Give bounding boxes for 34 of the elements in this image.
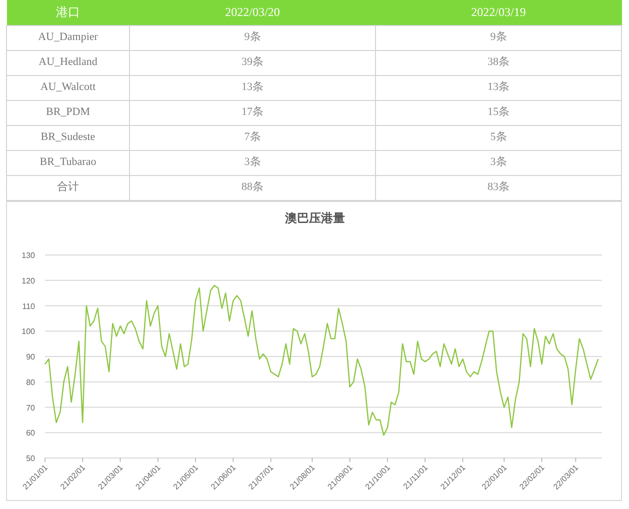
axis-label: 80 bbox=[26, 377, 35, 386]
axis-label: 90 bbox=[26, 352, 35, 361]
axis-label: 60 bbox=[26, 428, 35, 438]
column-header: 2022/03/20 bbox=[130, 0, 376, 25]
table-cell: 13条 bbox=[130, 75, 376, 100]
table-cell: 38条 bbox=[376, 50, 622, 75]
column-header: 港口 bbox=[6, 0, 130, 25]
table-cell: 9条 bbox=[130, 25, 376, 50]
table-cell: 39条 bbox=[130, 50, 376, 75]
table-cell: 17条 bbox=[130, 100, 376, 125]
axis-label: 120 bbox=[22, 276, 35, 285]
axis-label: 100 bbox=[22, 326, 35, 336]
column-header: 2022/03/19 bbox=[376, 0, 622, 25]
table-cell: 5条 bbox=[376, 125, 622, 150]
table-cell: BR_PDM bbox=[6, 100, 130, 125]
axis-label: 70 bbox=[26, 402, 35, 412]
table-cell: 88条 bbox=[130, 175, 376, 200]
table-cell: BR_Tubarao bbox=[6, 150, 130, 175]
table-cell: AU_Walcott bbox=[6, 75, 130, 100]
table-cell: 3条 bbox=[376, 150, 622, 175]
table-cell: 9条 bbox=[376, 25, 622, 50]
axis-label: 50 bbox=[26, 454, 35, 462]
axis-label: 110 bbox=[22, 301, 35, 310]
table-cell: 15条 bbox=[376, 100, 622, 125]
axis-label: 130 bbox=[22, 250, 35, 260]
table-cell: 合计 bbox=[6, 175, 130, 200]
chart-title: 澳巴压港量 bbox=[285, 210, 345, 224]
table-cell: 83条 bbox=[376, 175, 622, 200]
table-cell: AU_Dampier bbox=[6, 25, 130, 50]
table-cell: 7条 bbox=[130, 125, 376, 150]
table-cell: BR_Sudeste bbox=[6, 125, 130, 150]
table-cell: 13条 bbox=[376, 75, 622, 100]
table-cell: 3条 bbox=[130, 150, 376, 175]
table-cell: AU_Hedland bbox=[6, 50, 130, 75]
